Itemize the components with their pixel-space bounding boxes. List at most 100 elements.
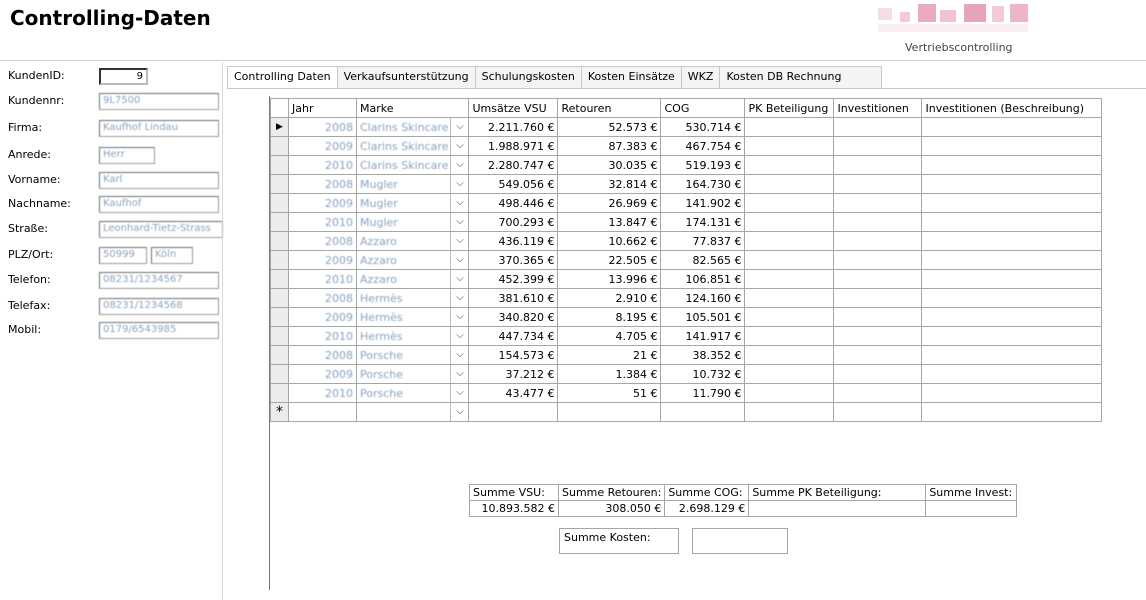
cell-cog[interactable]: 174.131 €	[660, 212, 746, 232]
cell-marke[interactable]: Mugler ⌵	[355, 212, 470, 232]
row-selector[interactable]: ▶	[270, 117, 289, 137]
table-row[interactable]: 2009 Mugler ⌵ 498.446 €26.969 €141.902 €	[270, 193, 1103, 213]
cell-pk-beteiligung[interactable]	[744, 250, 835, 270]
cell-cog[interactable]: 164.730 €	[660, 174, 746, 194]
table-row[interactable]: ▶ 2008 Clarins Skincare ⌵ 2.211.760 €52.573 …	[270, 117, 1103, 137]
cell-jahr[interactable]	[288, 402, 357, 422]
cell-investitionen-beschreibung[interactable]	[921, 402, 1103, 422]
cell-investitionen-beschreibung[interactable]	[921, 250, 1103, 270]
tab-kosten-einsaetze[interactable]: Kosten Einsätze	[580, 66, 682, 88]
cell-umsaetze-vsu[interactable]: 381.610 €	[468, 288, 559, 308]
cell-retouren[interactable]: 21 €	[557, 345, 662, 365]
row-selector[interactable]	[270, 193, 289, 213]
cell-investitionen-beschreibung[interactable]	[921, 117, 1103, 137]
cell-jahr[interactable]: 2009	[288, 136, 357, 156]
chevron-down-icon[interactable]: ⌵	[450, 365, 468, 383]
cell-retouren[interactable]: 52.573 €	[557, 117, 662, 137]
kundenid-field[interactable]: 9	[99, 68, 148, 85]
table-row[interactable]: 2010 Mugler ⌵ 700.293 €13.847 €174.131 €	[270, 212, 1103, 232]
cell-retouren[interactable]: 51 €	[557, 383, 662, 403]
chevron-down-icon[interactable]: ⌵	[450, 346, 468, 364]
tab-kosten-db-rechnung[interactable]: Kosten DB Rechnung	[719, 66, 883, 88]
table-row[interactable]: 2009 Hermès ⌵ 340.820 €8.195 €105.501 €	[270, 307, 1103, 327]
row-selector[interactable]	[270, 136, 289, 156]
cell-jahr[interactable]: 2010	[288, 326, 357, 346]
cell-retouren[interactable]: 8.195 €	[557, 307, 662, 327]
cell-jahr[interactable]: 2010	[288, 269, 357, 289]
table-row[interactable]: 2010 Clarins Skincare ⌵ 2.280.747 €30.035 €…	[270, 155, 1103, 175]
cell-investitionen[interactable]	[833, 174, 923, 194]
cell-jahr[interactable]: 2009	[288, 307, 357, 327]
cell-investitionen[interactable]	[833, 288, 923, 308]
cell-investitionen-beschreibung[interactable]	[921, 193, 1103, 213]
col-header-pk-beteiligung[interactable]: PK Beteiligung	[744, 98, 835, 118]
col-header-cog[interactable]: COG	[660, 98, 746, 118]
cell-marke[interactable]: ⌵	[355, 402, 470, 422]
row-selector[interactable]	[270, 155, 289, 175]
cell-investitionen[interactable]	[833, 136, 923, 156]
cell-marke[interactable]: Mugler ⌵	[355, 174, 470, 194]
cell-investitionen[interactable]	[833, 250, 923, 270]
cell-marke[interactable]: Clarins Skincare ⌵	[355, 117, 470, 137]
cell-pk-beteiligung[interactable]	[744, 307, 835, 327]
cell-umsaetze-vsu[interactable]: 2.211.760 €	[468, 117, 559, 137]
chevron-down-icon[interactable]: ⌵	[450, 289, 468, 307]
row-selector[interactable]	[270, 307, 289, 327]
new-record-selector[interactable]: *	[270, 402, 289, 422]
cell-umsaetze-vsu[interactable]: 549.056 €	[468, 174, 559, 194]
tab-schulungskosten[interactable]: Schulungskosten	[474, 66, 582, 88]
cell-investitionen-beschreibung[interactable]	[921, 155, 1103, 175]
cell-investitionen[interactable]	[833, 117, 923, 137]
tab-wkz[interactable]: WKZ	[680, 66, 721, 88]
cell-umsaetze-vsu[interactable]: 340.820 €	[468, 307, 559, 327]
cell-retouren[interactable]: 2.910 €	[557, 288, 662, 308]
cell-retouren[interactable]: 32.814 €	[557, 174, 662, 194]
chevron-down-icon[interactable]: ⌵	[450, 403, 468, 421]
table-row[interactable]: 2010 Porsche ⌵ 43.477 €51 €11.790 €	[270, 383, 1103, 403]
plz-field[interactable]: 50999	[99, 247, 147, 264]
cell-retouren[interactable]: 10.662 €	[557, 231, 662, 251]
cell-cog[interactable]: 141.902 €	[660, 193, 746, 213]
chevron-down-icon[interactable]: ⌵	[450, 384, 468, 402]
cell-marke[interactable]: Hermès ⌵	[355, 326, 470, 346]
cell-investitionen[interactable]	[833, 231, 923, 251]
cell-retouren[interactable]: 13.996 €	[557, 269, 662, 289]
cell-cog[interactable]: 10.732 €	[660, 364, 746, 384]
tab-controlling-daten[interactable]: Controlling Daten	[227, 66, 338, 89]
cell-marke[interactable]: Azzaro ⌵	[355, 269, 470, 289]
cell-investitionen[interactable]	[833, 402, 923, 422]
chevron-down-icon[interactable]: ⌵	[450, 270, 468, 288]
new-record-row[interactable]: * ⌵	[270, 402, 1103, 422]
cell-cog[interactable]: 141.917 €	[660, 326, 746, 346]
strasse-field[interactable]: Leonhard-Tietz-Strass	[99, 221, 223, 238]
cell-retouren[interactable]: 13.847 €	[557, 212, 662, 232]
chevron-down-icon[interactable]: ⌵	[450, 175, 468, 193]
cell-cog[interactable]: 82.565 €	[660, 250, 746, 270]
cell-pk-beteiligung[interactable]	[744, 174, 835, 194]
col-header-jahr[interactable]: Jahr	[288, 98, 357, 118]
row-selector[interactable]	[270, 250, 289, 270]
cell-investitionen[interactable]	[833, 326, 923, 346]
cell-jahr[interactable]: 2010	[288, 155, 357, 175]
chevron-down-icon[interactable]: ⌵	[450, 137, 468, 155]
cell-jahr[interactable]: 2008	[288, 345, 357, 365]
table-row[interactable]: 2008 Azzaro ⌵ 436.119 €10.662 €77.837 €	[270, 231, 1103, 251]
anrede-field[interactable]: Herr	[99, 147, 155, 164]
cell-marke[interactable]: Clarins Skincare ⌵	[355, 136, 470, 156]
cell-cog[interactable]: 77.837 €	[660, 231, 746, 251]
row-selector[interactable]	[270, 231, 289, 251]
mobil-field[interactable]: 0179/6543985	[99, 322, 219, 339]
cell-marke[interactable]: Porsche ⌵	[355, 364, 470, 384]
cell-investitionen-beschreibung[interactable]	[921, 174, 1103, 194]
cell-pk-beteiligung[interactable]	[744, 117, 835, 137]
cell-investitionen-beschreibung[interactable]	[921, 288, 1103, 308]
cell-investitionen-beschreibung[interactable]	[921, 326, 1103, 346]
table-row[interactable]: 2009 Porsche ⌵ 37.212 €1.384 €10.732 €	[270, 364, 1103, 384]
chevron-down-icon[interactable]: ⌵	[450, 232, 468, 250]
cell-retouren[interactable]: 87.383 €	[557, 136, 662, 156]
cell-pk-beteiligung[interactable]	[744, 212, 835, 232]
row-selector[interactable]	[270, 345, 289, 365]
cell-pk-beteiligung[interactable]	[744, 269, 835, 289]
cell-investitionen[interactable]	[833, 193, 923, 213]
cell-retouren[interactable]: 22.505 €	[557, 250, 662, 270]
